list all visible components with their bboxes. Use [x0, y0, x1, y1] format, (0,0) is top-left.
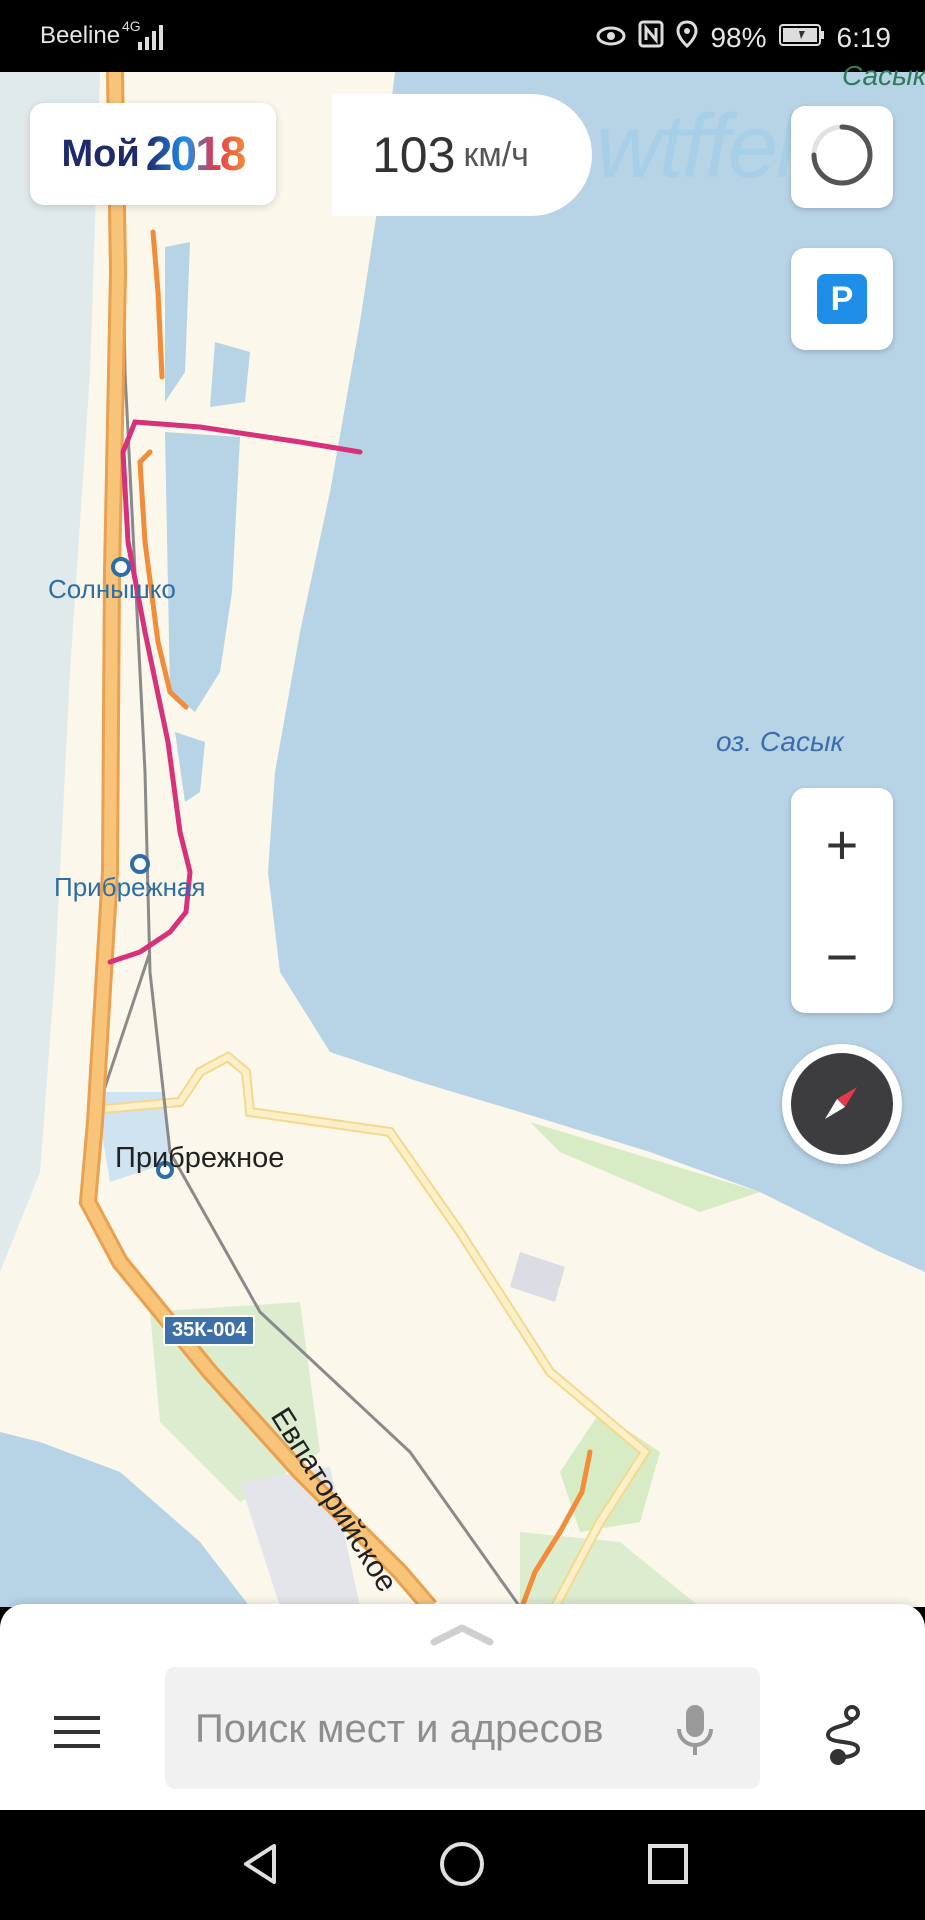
place-label-pribrezhnaya[interactable]: Прибрежная	[54, 872, 205, 903]
zoom-controls: + −	[791, 788, 893, 1013]
hamburger-icon[interactable]	[52, 1712, 112, 1772]
battery-percent: 98%	[710, 21, 767, 53]
watermark-text: wtffelt	[596, 97, 819, 197]
back-triangle-icon[interactable]	[236, 1840, 284, 1893]
location-icon	[676, 20, 698, 55]
status-right: 98% 6:19	[596, 20, 891, 55]
search-input[interactable]: Поиск мест и адресов	[165, 1667, 760, 1789]
speed-unit: км/ч	[463, 135, 529, 174]
status-bar: Beeline 4G 98% 6:19	[0, 0, 925, 72]
compass-icon	[791, 1053, 893, 1155]
place-label-solnyshko[interactable]: Солнышко	[48, 574, 176, 605]
corner-place-label: Сасык	[842, 60, 925, 91]
recent-square-icon[interactable]	[644, 1840, 692, 1893]
parking-icon: P	[817, 274, 867, 324]
zoom-out-button[interactable]: −	[791, 900, 893, 1012]
speed-value: 103	[372, 127, 456, 183]
signal-icon	[138, 24, 166, 55]
loading-button[interactable]	[791, 106, 893, 208]
compass-button[interactable]	[782, 1044, 902, 1164]
map-canvas	[0, 72, 925, 1607]
nfc-icon	[638, 20, 664, 55]
lake-label[interactable]: оз. Сасык	[716, 726, 844, 758]
place-label-pribrezhnoe[interactable]: Прибрежное	[115, 1142, 284, 1175]
microphone-icon[interactable]	[673, 1703, 717, 1762]
loading-arc-icon	[809, 122, 875, 193]
clock: 6:19	[836, 21, 892, 53]
search-placeholder: Поиск мест и адресов	[195, 1707, 604, 1751]
carrier-name: Beeline	[40, 22, 121, 49]
promo-logo-text: Мой	[61, 132, 140, 175]
promo-logo-year: 2018	[145, 127, 247, 181]
speedometer: 103 км/ч	[332, 94, 592, 216]
zoom-in-button[interactable]: +	[791, 788, 893, 900]
road-number-badge: 35К-004	[163, 1315, 256, 1346]
parking-button[interactable]: P	[791, 248, 893, 350]
map-view[interactable]: Солнышко Прибрежная Прибрежное оз. Сасык…	[0, 72, 925, 1607]
sheet-handle-chevron-icon[interactable]	[430, 1622, 494, 1651]
promo-logo[interactable]: Мой 2018	[30, 103, 276, 205]
route-icon[interactable]	[808, 1699, 878, 1774]
bottom-sheet[interactable]: Поиск мест и адресов	[0, 1604, 925, 1810]
eye-icon	[596, 22, 626, 54]
home-circle-icon[interactable]	[438, 1840, 486, 1893]
system-nav-bar	[0, 1810, 925, 1920]
battery-icon	[778, 22, 825, 54]
